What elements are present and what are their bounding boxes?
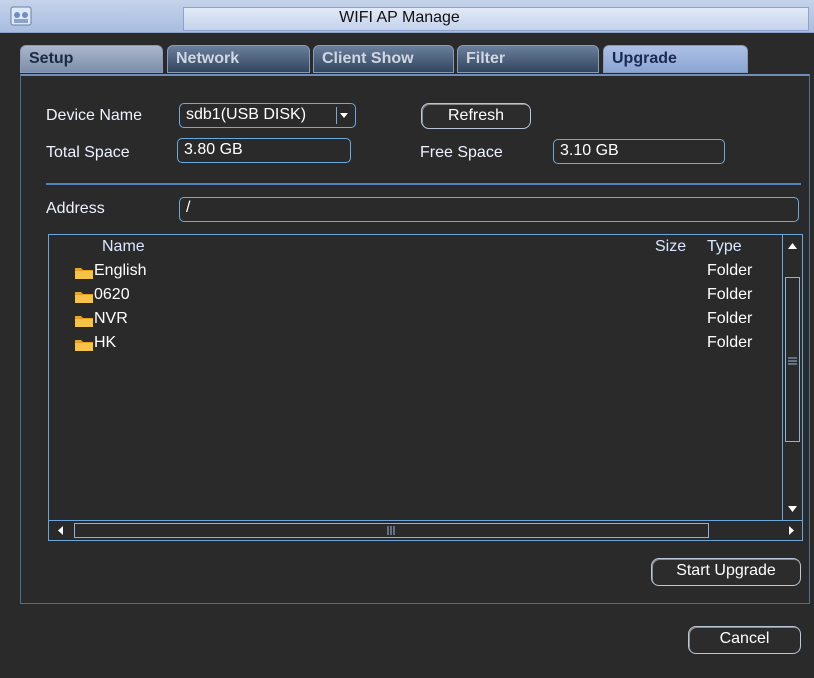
device-name-value: sdb1(USB DISK) bbox=[186, 106, 307, 123]
title-bar: WIFI AP Manage bbox=[0, 0, 814, 33]
file-type: Folder bbox=[707, 262, 753, 279]
column-header-size[interactable]: Size bbox=[655, 238, 686, 256]
total-space-label: Total Space bbox=[46, 144, 130, 161]
file-type: Folder bbox=[707, 334, 753, 351]
refresh-button[interactable]: Refresh bbox=[421, 103, 531, 129]
vertical-scrollbar[interactable] bbox=[782, 235, 802, 520]
tab-filter[interactable]: Filter bbox=[457, 45, 599, 73]
column-header-type[interactable]: Type bbox=[707, 238, 742, 256]
tab-bar: Setup Network Client Show Filter Upgrade bbox=[20, 45, 810, 74]
file-name: 0620 bbox=[94, 286, 130, 303]
device-name-select[interactable]: sdb1(USB DISK) bbox=[179, 103, 356, 128]
chevron-down-icon[interactable] bbox=[336, 107, 351, 124]
horizontal-scroll-thumb[interactable] bbox=[74, 523, 709, 538]
file-list[interactable]: Name Size Type English Folder 0620 Folde… bbox=[48, 234, 803, 541]
folder-icon bbox=[75, 340, 93, 351]
device-name-label: Device Name bbox=[46, 107, 143, 124]
file-name: NVR bbox=[94, 310, 128, 327]
file-type: Folder bbox=[707, 310, 753, 327]
title-box-right bbox=[614, 7, 809, 31]
free-space-field: 3.10 GB bbox=[553, 139, 725, 164]
folder-icon bbox=[75, 316, 93, 327]
vertical-scroll-thumb[interactable] bbox=[785, 277, 800, 442]
scroll-right-arrow-icon[interactable] bbox=[782, 522, 800, 539]
tab-upgrade[interactable]: Upgrade bbox=[603, 45, 748, 73]
window-title: WIFI AP Manage bbox=[339, 9, 460, 26]
address-label: Address bbox=[46, 200, 105, 217]
start-upgrade-button[interactable]: Start Upgrade bbox=[651, 558, 801, 586]
cancel-button[interactable]: Cancel bbox=[688, 626, 801, 654]
file-type: Folder bbox=[707, 286, 753, 303]
list-item[interactable]: NVR Folder bbox=[74, 310, 784, 334]
file-name: HK bbox=[94, 334, 117, 351]
title-box: WIFI AP Manage bbox=[183, 7, 616, 31]
list-item[interactable]: 0620 Folder bbox=[74, 286, 784, 310]
horizontal-scrollbar[interactable] bbox=[49, 520, 802, 540]
scroll-down-arrow-icon[interactable] bbox=[784, 499, 801, 519]
section-divider bbox=[46, 183, 801, 185]
wifi-ap-manage-window: WIFI AP Manage Setup Network Client Show… bbox=[0, 0, 814, 678]
scroll-left-arrow-icon[interactable] bbox=[52, 522, 70, 539]
column-header-name[interactable]: Name bbox=[102, 238, 145, 256]
free-space-label: Free Space bbox=[420, 144, 503, 161]
folder-icon bbox=[75, 292, 93, 303]
scroll-up-arrow-icon[interactable] bbox=[784, 236, 801, 256]
upgrade-panel: Device Name sdb1(USB DISK) Refresh Total… bbox=[20, 74, 810, 604]
total-space-field: 3.80 GB bbox=[177, 138, 351, 163]
list-item[interactable]: English Folder bbox=[74, 262, 784, 286]
list-item[interactable]: HK Folder bbox=[74, 334, 784, 358]
tab-setup[interactable]: Setup bbox=[20, 45, 163, 73]
file-name: English bbox=[94, 262, 147, 279]
tab-network[interactable]: Network bbox=[167, 45, 310, 73]
tab-client-show[interactable]: Client Show bbox=[313, 45, 454, 73]
address-field[interactable]: / bbox=[179, 197, 799, 222]
app-icon bbox=[10, 6, 32, 26]
folder-icon bbox=[75, 268, 93, 279]
